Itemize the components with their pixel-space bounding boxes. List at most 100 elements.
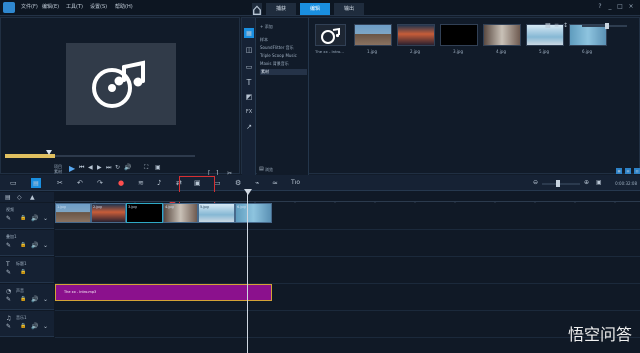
zoom-out-icon[interactable]: ⊖	[533, 179, 538, 186]
view-list-icon[interactable]: ≡	[554, 22, 559, 29]
menu-settings[interactable]: 设置(S)	[90, 3, 107, 10]
fit-timeline-icon[interactable]: ▣	[596, 179, 602, 186]
library-item-photo[interactable]	[397, 24, 435, 46]
timeline-view-icon[interactable]: ▤	[31, 178, 41, 188]
mask-icon[interactable]: ⚙	[235, 179, 241, 187]
fx-icon[interactable]: FX	[244, 107, 254, 117]
zoom-slider[interactable]	[542, 183, 580, 185]
record-icon[interactable]: ●	[118, 179, 124, 187]
minimize-button[interactable]: _	[606, 3, 614, 11]
timeline-timecode[interactable]: 0:00:32:08	[607, 181, 637, 186]
zoom-in-icon[interactable]: ⊕	[584, 179, 589, 186]
audio-ducking-icon[interactable]: ≈	[272, 179, 278, 187]
lock-icon[interactable]: 🔒	[20, 296, 26, 302]
timeline-clip[interactable]: 1.jpg	[55, 203, 91, 223]
media-icon[interactable]: ▦	[244, 28, 254, 38]
transition-icon[interactable]: ▭	[244, 62, 254, 72]
audio-clip[interactable]: The xx - Intro.mp3	[55, 284, 272, 301]
speaker-icon[interactable]: 🔊	[31, 323, 38, 330]
tab-capture[interactable]: 捕获	[266, 3, 296, 15]
timeline-clip[interactable]: 3.jpg	[126, 203, 163, 223]
library-item-photo[interactable]	[354, 24, 392, 46]
playhead-handle[interactable]	[46, 150, 52, 155]
redo-icon[interactable]: ↷	[97, 179, 103, 187]
home-icon[interactable]: ⌂	[252, 0, 262, 19]
auto-music-icon[interactable]: ♪	[157, 179, 161, 187]
browse-icon[interactable]: ▤	[259, 166, 264, 172]
ripple-icon[interactable]: ▲	[30, 194, 35, 201]
help-button[interactable]: ?	[596, 3, 604, 11]
track-visible-icon[interactable]: ✎	[6, 323, 11, 330]
track-visible-icon[interactable]: ✎	[6, 269, 11, 276]
track-visible-icon[interactable]: ✎	[6, 215, 11, 222]
speed-icon[interactable]: ⌁	[255, 179, 259, 187]
lock-icon[interactable]: 🔒	[20, 242, 26, 248]
path-icon[interactable]: ↗	[244, 122, 254, 132]
speaker-icon[interactable]: 🔊	[31, 215, 38, 222]
title-icon[interactable]: T	[244, 77, 254, 87]
storyboard-icon[interactable]: ▭	[10, 179, 17, 187]
add-folder-button[interactable]: + 添加	[260, 24, 273, 30]
mixer-icon[interactable]: ≋	[138, 179, 144, 187]
track-visible-icon[interactable]: ✎	[6, 296, 11, 303]
folder-item-selected[interactable]: 素材	[260, 69, 307, 75]
play-icon[interactable]: ▶	[69, 164, 75, 173]
folder-item[interactable]: 样本	[260, 37, 268, 43]
tab-output[interactable]: 输出	[334, 3, 364, 15]
volume-icon[interactable]: 🔊	[124, 164, 131, 171]
track-manager-icon[interactable]: ▤	[5, 194, 11, 201]
previous-icon[interactable]: ⏮	[79, 164, 84, 172]
chevron-down-icon[interactable]: ⌄	[43, 296, 48, 303]
sort-icon[interactable]: ↕	[563, 22, 568, 29]
chevron-down-icon[interactable]: ⌄	[43, 323, 48, 330]
library-item-photo[interactable]	[440, 24, 478, 46]
menu-help[interactable]: 帮助(H)	[115, 3, 133, 10]
instant-project-icon[interactable]: ◫	[244, 45, 254, 55]
library-item-photo[interactable]	[569, 24, 607, 46]
graphic-icon[interactable]: ◩	[244, 92, 254, 102]
fullscreen-icon[interactable]: ⛶	[144, 164, 148, 172]
library-item-music[interactable]	[315, 24, 346, 46]
timeline-clip[interactable]: 4.jpg	[163, 203, 198, 223]
timeline-clip[interactable]: 2.jpg	[91, 203, 126, 223]
library-item-photo[interactable]	[483, 24, 521, 46]
close-button[interactable]: ×	[627, 3, 635, 11]
lock-icon[interactable]: 🔒	[20, 215, 26, 221]
playhead-marker[interactable]	[244, 189, 252, 195]
tab-edit[interactable]: 编辑	[300, 3, 330, 15]
tools-icon[interactable]: ✂	[57, 179, 63, 187]
zoom-slider-thumb[interactable]	[556, 180, 560, 187]
next-icon[interactable]: ⏭	[106, 164, 111, 172]
timeline-clip[interactable]: 5.jpg	[198, 203, 235, 223]
folder-item[interactable]: SoundFlitter 音乐	[260, 45, 294, 51]
lock-icon[interactable]: 🔒	[20, 269, 26, 275]
maximize-button[interactable]: □	[616, 3, 624, 11]
folder-item[interactable]: Triple Scoop Music	[260, 53, 297, 58]
speaker-icon[interactable]: 🔊	[31, 242, 38, 249]
playhead-line[interactable]	[247, 192, 248, 353]
speaker-icon[interactable]: 🔊	[31, 296, 38, 303]
add-track-icon[interactable]: ◇	[17, 194, 22, 201]
folder-item[interactable]: Maxis 背景音乐	[260, 61, 289, 67]
snapshot-icon[interactable]: ▣	[155, 164, 161, 171]
view-grid-icon[interactable]: ▦	[545, 22, 551, 29]
library-button-icon[interactable]: ▤	[625, 168, 631, 174]
repeat-icon[interactable]: ↻	[115, 164, 120, 171]
library-button-icon[interactable]: ▥	[634, 168, 640, 174]
slider-thumb[interactable]	[605, 23, 609, 29]
undo-icon[interactable]: ↶	[77, 179, 83, 187]
lock-icon[interactable]: 🔒	[20, 323, 26, 329]
menu-file[interactable]: 文件(F)	[21, 3, 38, 10]
chevron-down-icon[interactable]: ⌄	[43, 242, 48, 249]
track-name: 叠加1	[6, 234, 17, 239]
track-visible-icon[interactable]: ✎	[6, 242, 11, 249]
forward-icon[interactable]: ▶	[97, 164, 102, 171]
rewind-icon[interactable]: ◀	[88, 164, 93, 171]
library-button-icon[interactable]: ▦	[616, 168, 622, 174]
browse-button[interactable]: 浏览	[265, 167, 273, 173]
timeline-clip[interactable]: 6.jpg	[235, 203, 272, 223]
menu-tools[interactable]: 工具(T)	[66, 3, 83, 10]
chevron-down-icon[interactable]: ⌄	[43, 215, 48, 222]
text-icon[interactable]: Tıo	[291, 179, 300, 186]
menu-edit[interactable]: 编辑(E)	[42, 3, 59, 10]
